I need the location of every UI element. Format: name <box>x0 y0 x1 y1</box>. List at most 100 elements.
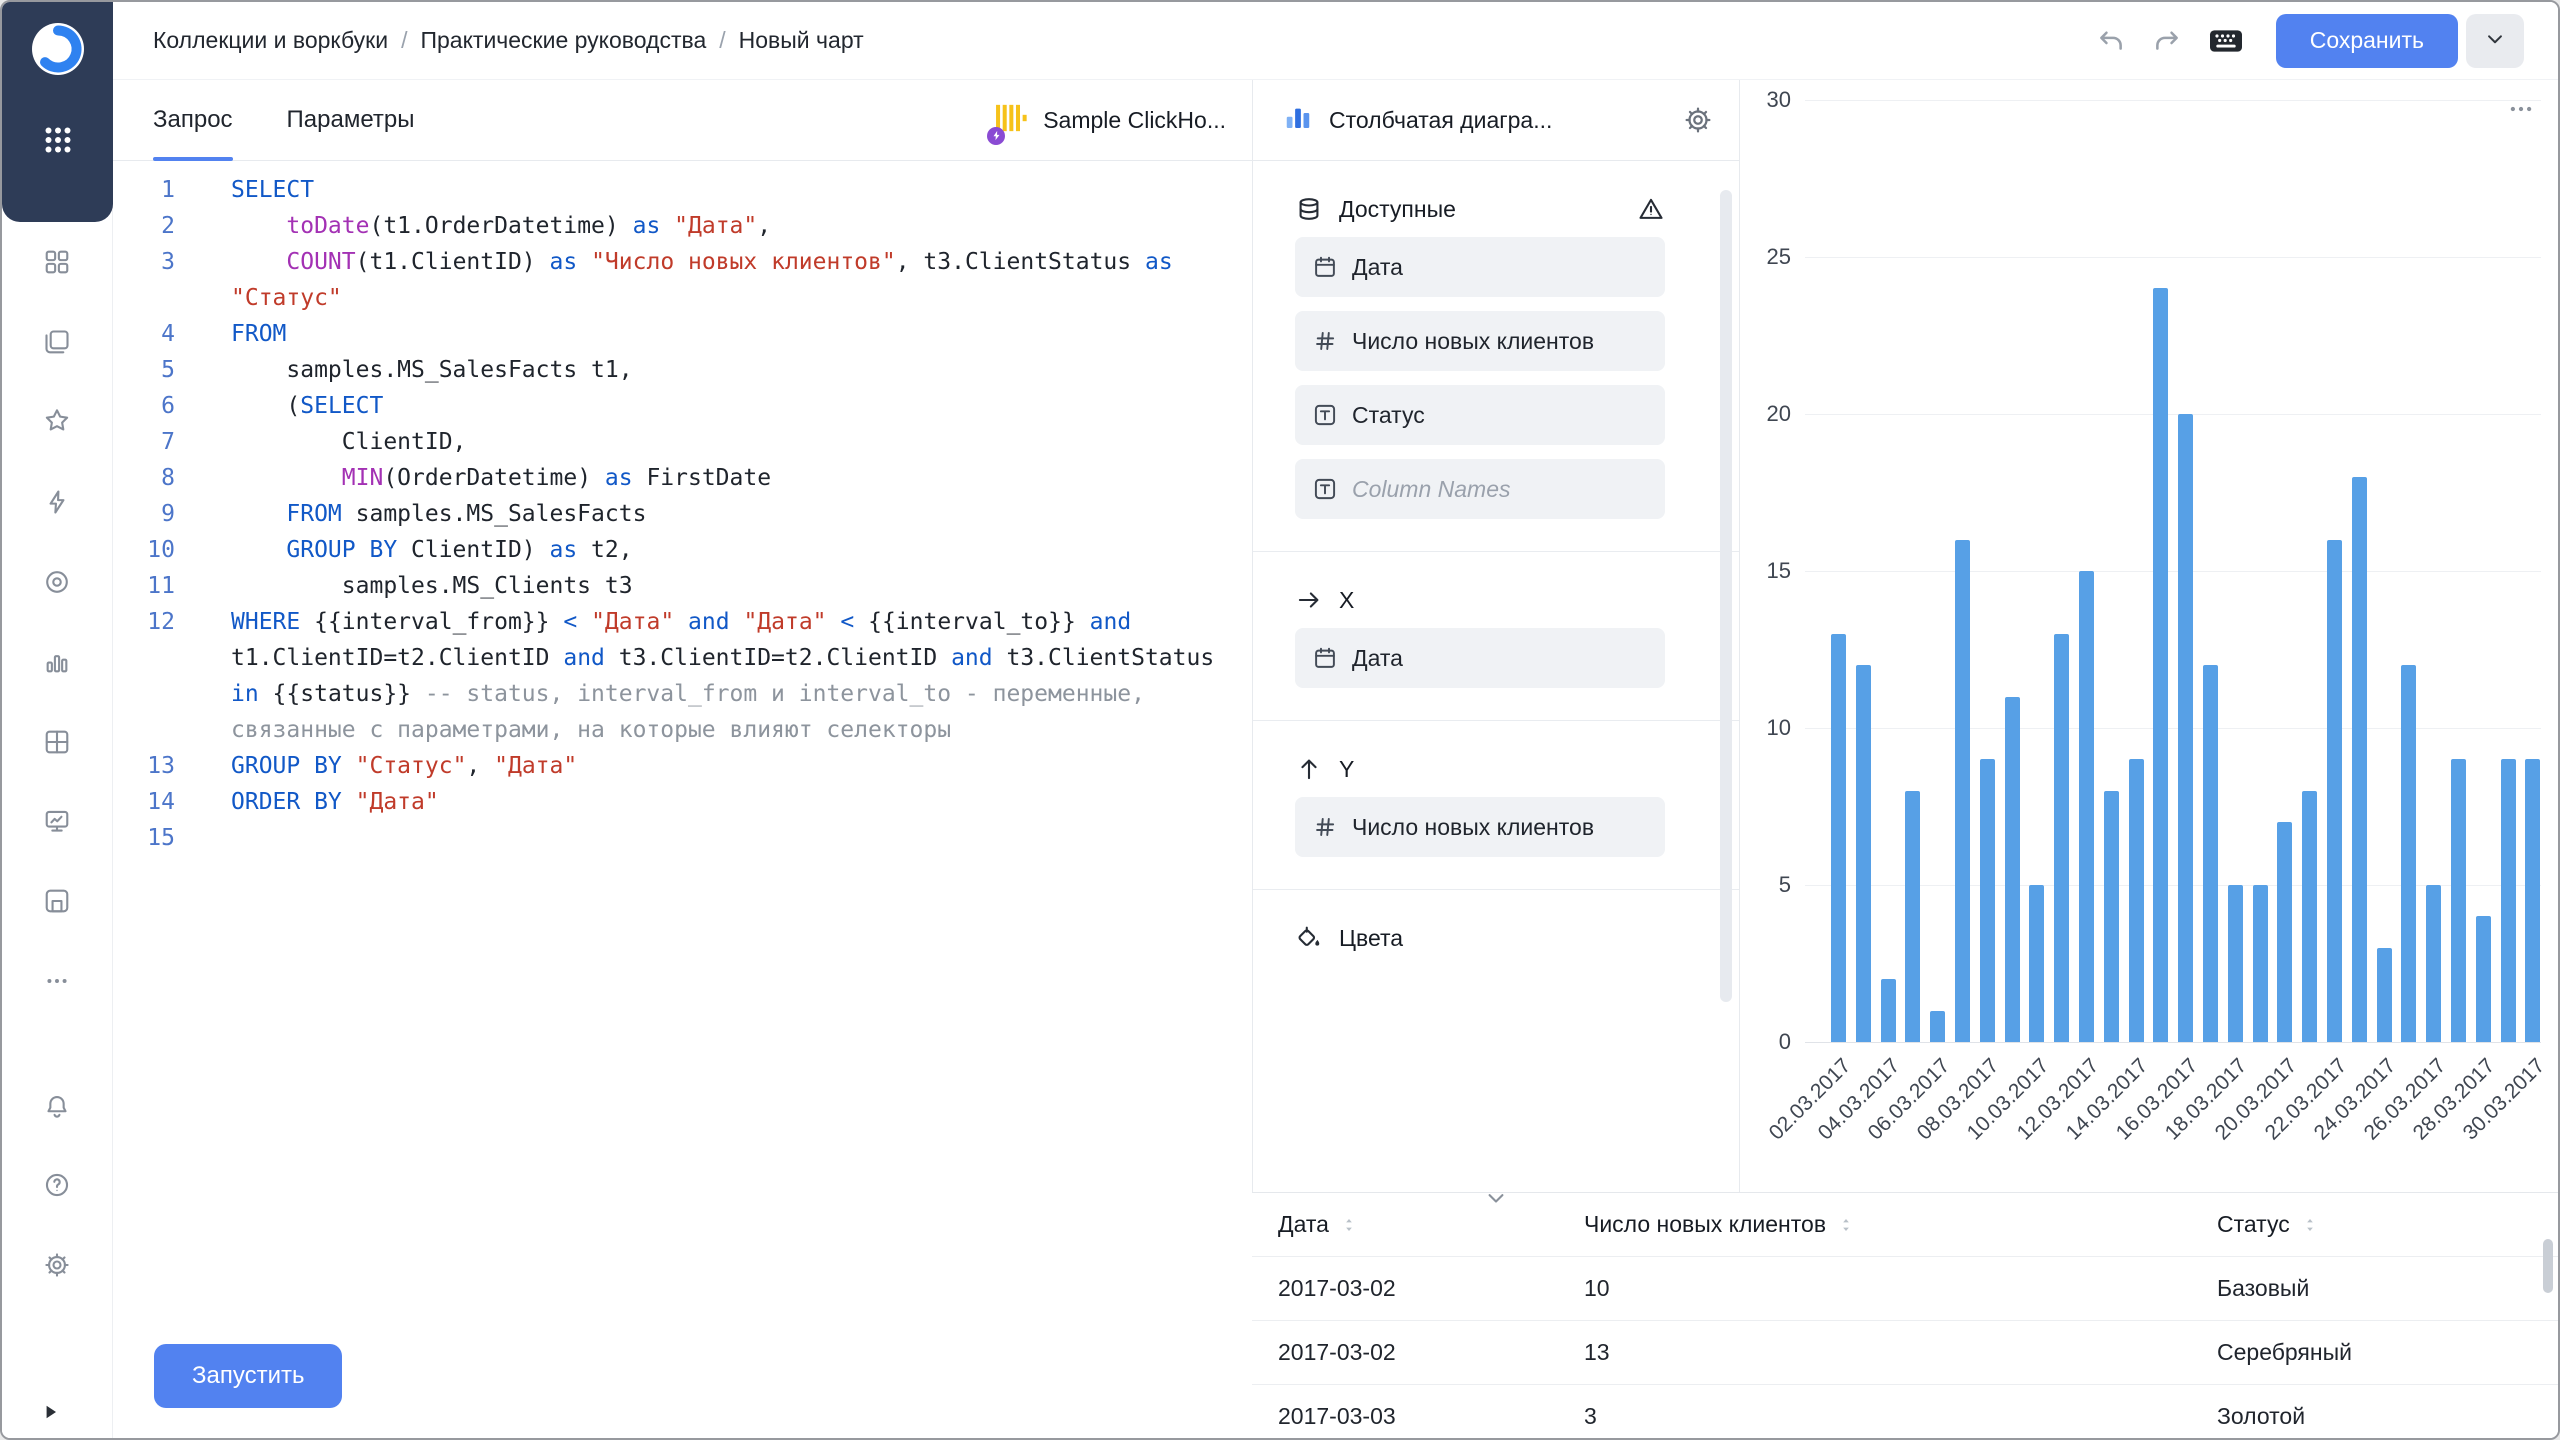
datalens-logo-icon[interactable] <box>29 20 87 78</box>
code-line: 5 samples.MS_SalesFacts t1, <box>113 352 1245 388</box>
bar <box>2104 791 2119 1042</box>
visualization-config-panel: Столбчатая диагра... Доступные Дата Число… <box>1252 80 1740 1192</box>
table-cell: Базовый <box>2217 1275 2558 1302</box>
rail-chart-columns-icon[interactable] <box>35 640 79 684</box>
save-dropdown-button[interactable] <box>2466 14 2524 68</box>
rail-grid-table-icon[interactable] <box>35 720 79 764</box>
field-label: Число новых клиентов <box>1352 814 1594 841</box>
bar <box>1930 1011 1945 1042</box>
field-label: Column Names <box>1352 476 1511 503</box>
available-fields-label: Доступные <box>1339 196 1456 223</box>
bar-chart-type-icon[interactable] <box>1283 103 1313 138</box>
expand-rail-icon[interactable] <box>38 1400 62 1429</box>
left-rail <box>2 2 113 1438</box>
warning-triangle-icon[interactable] <box>1637 195 1665 223</box>
rail-workbooks-icon[interactable] <box>35 320 79 364</box>
scroll-down-chevron-icon[interactable] <box>1482 1184 1510 1217</box>
breadcrumb-item[interactable]: Коллекции и воркбуки <box>153 27 388 54</box>
gridline <box>1805 728 2541 729</box>
breadcrumb-separator: / <box>401 27 407 54</box>
line-number: 14 <box>113 784 175 820</box>
tab-params[interactable]: Параметры <box>287 80 415 160</box>
code-text: GROUP BY ClientID) as t2, <box>231 532 1243 568</box>
rail-disc-icon[interactable] <box>35 560 79 604</box>
clickhouse-logo-icon <box>993 100 1029 141</box>
colors-section: Цвета <box>1295 924 1665 952</box>
bar <box>2005 697 2020 1042</box>
table-cell: Золотой <box>2217 1403 2558 1430</box>
breadcrumb-item[interactable]: Практические руководства <box>420 27 706 54</box>
x-axis-section: X <box>1295 586 1665 614</box>
save-button[interactable]: Сохранить <box>2276 14 2458 68</box>
table-cell: 3 <box>1584 1403 2217 1430</box>
apps-grid-icon[interactable] <box>39 121 77 159</box>
rail-gear-icon[interactable] <box>35 1243 79 1287</box>
chart-settings-gear-icon[interactable] <box>1683 105 1713 135</box>
code-line: 13GROUP BY "Статус", "Дата" <box>113 748 1245 784</box>
table-scrollbar[interactable] <box>2543 1239 2553 1293</box>
chart-type-label[interactable]: Столбчатая диагра... <box>1329 107 1667 134</box>
gridline <box>1805 571 2541 572</box>
y-axis-tick-label: 5 <box>1779 872 1791 898</box>
rail-more-icon[interactable] <box>35 959 79 1003</box>
rail-bell-icon[interactable] <box>35 1084 79 1128</box>
bar <box>1856 665 1871 1042</box>
type-field-icon <box>1312 402 1338 428</box>
x-axis-icon <box>1295 586 1323 614</box>
y-axis-section: Y <box>1295 755 1665 783</box>
colors-label: Цвета <box>1339 925 1403 952</box>
rail-collections-icon[interactable] <box>35 240 79 284</box>
bar <box>2302 791 2317 1042</box>
y-axis-label: Y <box>1339 756 1354 783</box>
field-chip[interactable]: Статус <box>1295 385 1665 445</box>
code-text: ClientID, <box>231 424 1243 460</box>
y-axis-tick-label: 0 <box>1779 1029 1791 1055</box>
field-chip[interactable]: Число новых клиентов <box>1295 797 1665 857</box>
line-number: 6 <box>113 388 175 424</box>
code-text: samples.MS_SalesFacts t1, <box>231 352 1243 388</box>
connection-selector[interactable]: Sample ClickHo... <box>993 100 1226 141</box>
bar <box>1905 791 1920 1042</box>
rail-help-icon[interactable] <box>35 1163 79 1207</box>
rail-monitor-icon[interactable] <box>35 799 79 843</box>
column-header[interactable]: Статус <box>2217 1211 2558 1238</box>
bar <box>2277 822 2292 1042</box>
code-text: FROM samples.MS_SalesFacts <box>231 496 1243 532</box>
field-chip[interactable]: Дата <box>1295 628 1665 688</box>
query-tabs-row: Запрос Параметры Sample ClickHo... <box>113 80 1252 161</box>
rail-star-icon[interactable] <box>35 398 79 442</box>
x-axis-label: X <box>1339 587 1354 614</box>
bar <box>2153 288 2168 1042</box>
code-text: COUNT(t1.ClientID) as "Число новых клиен… <box>231 244 1243 316</box>
table-cell: Серебряный <box>2217 1339 2558 1366</box>
config-header: Столбчатая диагра... <box>1253 80 1739 161</box>
sql-editor[interactable]: 1SELECT2 toDate(t1.OrderDatetime) as "Да… <box>113 172 1245 856</box>
bar <box>2029 885 2044 1042</box>
paint-bucket-icon <box>1295 924 1323 952</box>
line-number: 4 <box>113 316 175 352</box>
connection-badge-icon <box>987 127 1005 145</box>
rail-storage-icon[interactable] <box>35 879 79 923</box>
topbar-actions: Сохранить <box>2094 14 2524 68</box>
y-axis-tick-label: 20 <box>1767 401 1791 427</box>
type-field-icon <box>1312 476 1338 502</box>
bar <box>1831 634 1846 1042</box>
rail-bolt-icon[interactable] <box>35 480 79 524</box>
bar <box>2501 759 2516 1042</box>
field-chip[interactable]: Дата <box>1295 237 1665 297</box>
table-cell: 2017-03-02 <box>1278 1275 1584 1302</box>
code-text: samples.MS_Clients t3 <box>231 568 1243 604</box>
hash-field-icon <box>1312 328 1338 354</box>
field-chip[interactable]: Число новых клиентов <box>1295 311 1665 371</box>
undo-icon[interactable] <box>2094 24 2128 58</box>
redo-icon[interactable] <box>2150 24 2184 58</box>
run-button[interactable]: Запустить <box>154 1344 342 1408</box>
config-scrollbar[interactable] <box>1720 190 1732 1002</box>
bar <box>2253 885 2268 1042</box>
hash-field-icon <box>1312 814 1338 840</box>
field-chip[interactable]: Column Names <box>1295 459 1665 519</box>
keyboard-shortcuts-icon[interactable] <box>2206 21 2246 61</box>
gridline <box>1805 100 2541 101</box>
tab-query[interactable]: Запрос <box>153 80 233 160</box>
y-axis-tick-label: 25 <box>1767 244 1791 270</box>
